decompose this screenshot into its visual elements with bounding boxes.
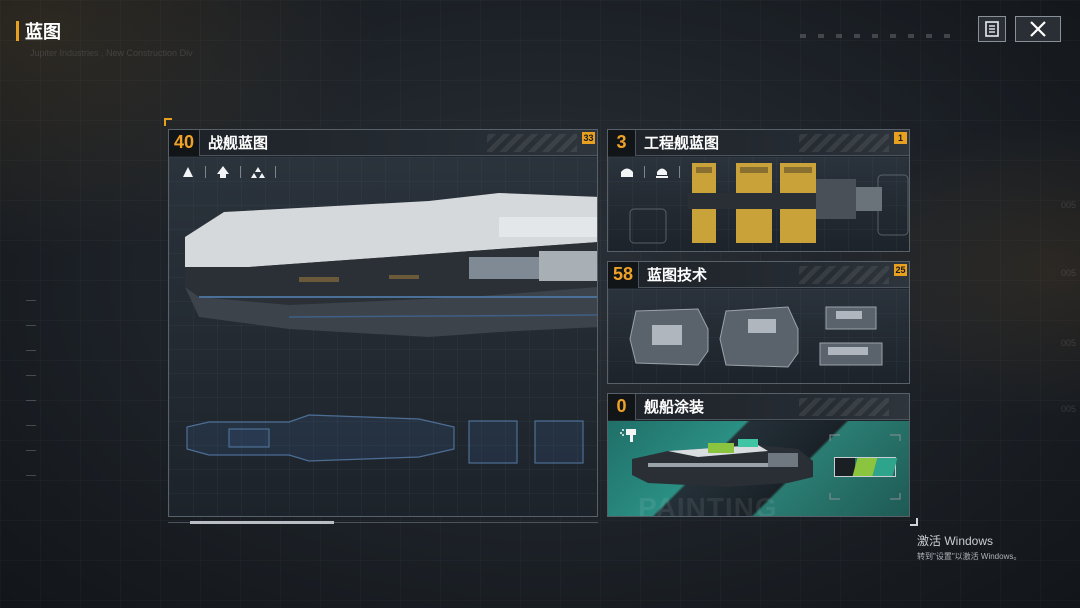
header-stripes xyxy=(487,134,577,152)
horizontal-scrollbar[interactable] xyxy=(190,521,334,524)
engineering-badge: 1 xyxy=(894,132,907,144)
paint-swatch-group xyxy=(834,457,898,477)
paint-count: 0 xyxy=(608,394,636,420)
side-label: 005 xyxy=(1060,404,1076,414)
left-scale-ticks xyxy=(26,300,36,500)
title-accent-bar xyxy=(16,21,19,41)
panel-body xyxy=(608,157,909,251)
battleship-render xyxy=(185,193,597,464)
tech-modules-render xyxy=(629,306,883,368)
battleship-blueprint-panel[interactable]: 40 战舰蓝图 33 xyxy=(168,129,598,517)
watermark-subtitle: 转到"设置"以激活 Windows。 xyxy=(917,552,1022,561)
battleship-count: 40 xyxy=(169,130,201,156)
paint-swatch-teal xyxy=(872,458,898,476)
frame-corner xyxy=(910,518,918,526)
document-button[interactable] xyxy=(978,16,1006,42)
blueprint-tech-panel[interactable]: 58 蓝图技术 25 xyxy=(607,261,910,384)
close-icon xyxy=(1030,21,1046,37)
panel-header: 58 蓝图技术 25 xyxy=(608,262,909,288)
engineering-title: 工程舰蓝图 xyxy=(644,135,720,152)
side-label: 005 xyxy=(1060,338,1076,348)
panel-body xyxy=(169,157,597,516)
paint-title: 舰船涂装 xyxy=(644,399,705,416)
panel-header: 0 舰船涂装 xyxy=(608,394,909,420)
engineering-blueprint-panel[interactable]: 3 工程舰蓝图 1 xyxy=(607,129,910,252)
tech-badge: 25 xyxy=(894,264,907,276)
side-label: 005 xyxy=(1060,200,1076,210)
panel-body: PAINTING xyxy=(608,421,909,516)
panel-body xyxy=(608,289,909,383)
header-stripes xyxy=(799,266,889,284)
document-icon xyxy=(985,21,999,37)
engineering-ship-render xyxy=(629,163,909,244)
page-title-text: 蓝图 xyxy=(25,22,61,42)
engineering-count: 3 xyxy=(608,130,636,156)
header-stripes xyxy=(799,398,889,416)
paint-swatch-dark xyxy=(835,458,855,476)
panel-header: 3 工程舰蓝图 1 xyxy=(608,130,909,156)
ship-paint-panel[interactable]: 0 舰船涂装 PAINTING xyxy=(607,393,910,517)
windows-activation-watermark: 激活 Windows 转到"设置"以激活 Windows。 xyxy=(917,532,1021,562)
panel-header: 40 战舰蓝图 33 xyxy=(169,130,597,156)
watermark-title: 激活 Windows xyxy=(917,534,994,548)
side-label: 005 xyxy=(1060,268,1076,278)
tech-title: 蓝图技术 xyxy=(647,267,708,284)
header-stripes xyxy=(799,134,889,152)
tech-count: 58 xyxy=(608,262,640,288)
page-subtitle: Jupiter Industries , New Construction Di… xyxy=(30,48,193,58)
close-button[interactable] xyxy=(1015,16,1061,42)
battleship-badge: 33 xyxy=(582,132,595,144)
battleship-title: 战舰蓝图 xyxy=(208,135,269,152)
page-title: 蓝图 xyxy=(16,18,61,44)
frame-corner xyxy=(164,118,172,126)
top-decoration xyxy=(800,34,960,38)
